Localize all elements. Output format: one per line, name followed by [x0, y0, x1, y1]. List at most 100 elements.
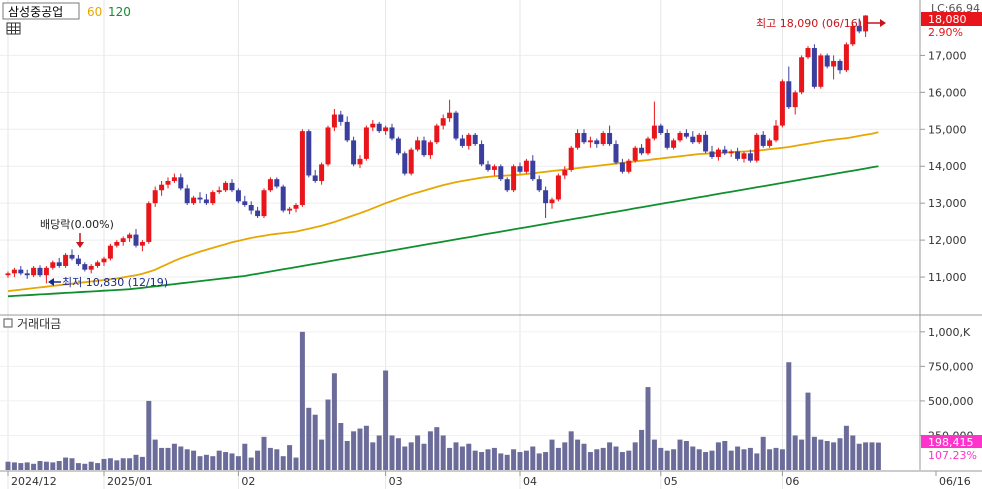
candle-body [421, 140, 427, 156]
high-price-annotation: 최고 18,090 (06/16) [756, 17, 862, 30]
volume-bar [427, 431, 433, 470]
volume-bar [664, 450, 670, 470]
candle-body [235, 190, 241, 202]
up-candle [805, 46, 811, 60]
volume-bar [568, 431, 574, 470]
candle-body [402, 153, 408, 174]
volume-bar [133, 454, 139, 470]
time-axis-label: 2024/12 [11, 475, 57, 488]
volume-bar [235, 456, 241, 470]
volume-bar [453, 442, 459, 470]
candle-body [357, 158, 363, 165]
volume-bar [575, 439, 581, 470]
stock-name[interactable]: 삼성중공업 [8, 5, 63, 19]
candle-body [146, 203, 152, 242]
volume-bar [306, 407, 312, 470]
candle-body [415, 140, 421, 150]
up-candle [626, 158, 632, 174]
candle-body [696, 134, 702, 143]
volume-bar [421, 443, 427, 470]
candle-body [530, 160, 536, 180]
volume-bar [293, 457, 299, 470]
volume-bar [843, 425, 849, 470]
candle-body [779, 81, 785, 126]
candle-body [843, 44, 849, 71]
up-candle [210, 190, 216, 206]
volume-bar [255, 450, 261, 470]
volume-bar [18, 463, 24, 470]
candle-body [203, 199, 209, 204]
candle-body [280, 186, 286, 211]
candle-body [626, 160, 632, 172]
volume-bar [203, 454, 209, 470]
candle-body [645, 138, 651, 154]
candle-body [555, 175, 561, 200]
down-candle [472, 132, 478, 146]
ma60-legend-label: 60 [87, 5, 102, 19]
candle-body [677, 132, 683, 141]
candle-body [24, 273, 30, 276]
up-candle [632, 145, 638, 163]
volume-bar [671, 449, 677, 470]
volume-bar [498, 453, 504, 470]
price-axis-label: 17,000 [928, 49, 967, 62]
candle-body [683, 132, 689, 137]
volume-bar [274, 449, 280, 470]
volume-bar [402, 446, 408, 470]
candle-body [466, 134, 472, 146]
candle-body [56, 262, 62, 266]
candle-body [210, 192, 216, 204]
candle-body [363, 127, 369, 159]
volume-bar [370, 442, 376, 470]
down-candle [235, 188, 241, 204]
volume-bar [703, 452, 709, 470]
volume-bar [824, 440, 830, 470]
candle-body [216, 190, 222, 193]
volume-bar [165, 447, 171, 470]
candle-body [536, 179, 542, 191]
volume-bar [338, 423, 344, 470]
down-candle [811, 44, 817, 89]
volume-bar [395, 438, 401, 470]
volume-bar [223, 452, 229, 470]
candle-body [88, 265, 94, 270]
volume-bar [197, 456, 203, 470]
candle-body [447, 112, 453, 119]
volume-bar [261, 436, 267, 470]
volume-bar [581, 443, 587, 470]
candle-body [31, 267, 37, 276]
chart-canvas[interactable]: 11,000 12,000 13,000 14,000 15,000 16,000 17,0… [0, 0, 982, 489]
volume-bar [600, 447, 606, 470]
volume-bar [11, 462, 17, 470]
volume-bar [139, 456, 145, 470]
candle-body [82, 264, 88, 270]
volume-bar [184, 449, 190, 470]
candle-body [171, 177, 177, 182]
time-axis-label: 04 [523, 475, 537, 488]
candle-body [127, 234, 133, 239]
up-candle [818, 53, 824, 89]
volume-axis-label: 500,000 [928, 395, 974, 408]
candle-body [491, 166, 497, 170]
time-axis-label: 06 [785, 475, 799, 488]
volume-bar [299, 331, 305, 470]
candle-body [658, 125, 664, 133]
candle-body [543, 190, 549, 204]
up-candle [568, 145, 574, 172]
candle-body [351, 140, 357, 165]
candle-body [37, 267, 43, 276]
volume-bar [376, 435, 382, 470]
volume-bar [626, 450, 632, 470]
stock-chart[interactable]: 11,000 12,000 13,000 14,000 15,000 16,000 17,0… [0, 0, 982, 489]
volume-bar [863, 442, 869, 470]
price-axis-label: 12,000 [928, 234, 967, 247]
volume-bar [511, 449, 517, 470]
candle-body [389, 127, 395, 139]
grid-icon[interactable] [6, 22, 21, 35]
candle-body [139, 241, 145, 246]
volume-bar [210, 456, 216, 470]
candle-body [786, 81, 792, 108]
volume-bar [555, 447, 561, 470]
up-candle [600, 131, 606, 146]
volume-bar [709, 450, 715, 470]
